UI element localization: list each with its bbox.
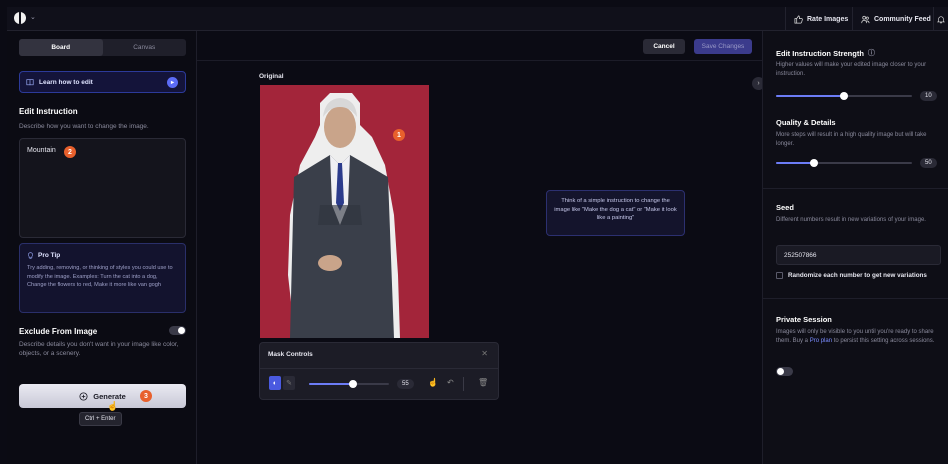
brush-size-knob[interactable]	[349, 380, 357, 388]
original-label: Original	[259, 73, 284, 80]
pro-tip-title: Pro Tip	[38, 252, 61, 259]
strength-title: Edit Instruction Strength	[776, 48, 864, 58]
seed-value: 252507866	[784, 251, 817, 259]
people-icon	[861, 15, 870, 23]
save-changes-button[interactable]: Save Changes	[694, 39, 752, 54]
step-badge-2: 2	[64, 146, 76, 158]
exclude-heading: Exclude From Image	[19, 327, 98, 336]
private-description: Images will only be visible to you until…	[776, 328, 946, 346]
quality-heading: Quality & Details	[776, 118, 836, 127]
canvas-area: Cancel Save Changes › Original 1 Think o…	[197, 31, 765, 464]
eraser-icon[interactable]: ✎	[283, 376, 295, 390]
edit-instruction-description: Describe how you want to change the imag…	[19, 123, 149, 130]
play-icon: ▸	[167, 77, 178, 88]
edit-instruction-heading: Edit Instruction	[19, 107, 78, 116]
original-image[interactable]	[260, 85, 429, 338]
learn-label: Learn how to edit	[39, 78, 93, 86]
edit-instruction-input[interactable]: Mountain	[19, 138, 186, 238]
brush-size-slider[interactable]	[309, 380, 389, 388]
pro-tip-body: Try adding, removing, or thinking of sty…	[27, 265, 173, 288]
bell-icon	[937, 15, 945, 23]
notifications-button[interactable]	[933, 7, 948, 31]
undo-icon[interactable]: ↶	[447, 378, 454, 387]
pro-plan-link[interactable]: Pro plan	[810, 338, 832, 344]
community-feed-label: Community Feed	[874, 15, 931, 23]
view-toggle: Board Canvas	[19, 39, 186, 56]
quality-fill	[776, 162, 815, 164]
help-icon[interactable]: ⓘ	[868, 48, 875, 58]
plus-circle-icon	[79, 391, 88, 401]
randomize-checkbox[interactable]	[776, 272, 783, 279]
trash-icon[interactable]: 🗑	[478, 378, 488, 387]
close-icon[interactable]: ✕	[481, 349, 488, 358]
quality-knob[interactable]	[810, 159, 819, 167]
seed-heading: Seed	[776, 203, 794, 212]
strength-value: 10	[920, 91, 937, 101]
randomize-option[interactable]: Randomize each number to get new variati…	[776, 272, 927, 279]
cancel-button[interactable]: Cancel	[643, 39, 685, 54]
generate-button[interactable]: Generate	[19, 384, 186, 408]
strength-knob[interactable]	[840, 92, 848, 100]
rate-images-label: Rate Images	[807, 15, 849, 23]
generate-label: Generate	[93, 391, 126, 401]
canvas-toolbar: Cancel Save Changes	[197, 31, 762, 61]
instruction-hint: Think of a simple instruction to change …	[546, 190, 685, 236]
divider	[763, 188, 948, 189]
strength-heading: Edit Instruction Strength ⓘ	[776, 48, 875, 58]
exclude-description: Describe details you don't want in your …	[19, 341, 179, 357]
step-badge-1: 1	[393, 129, 405, 141]
private-session-toggle[interactable]	[776, 367, 793, 376]
chevron-down-icon[interactable]: ⌄	[30, 13, 36, 21]
mask-controls-title: Mask Controls	[268, 351, 313, 358]
quality-slider[interactable]	[776, 159, 912, 167]
tab-board[interactable]: Board	[19, 39, 103, 56]
seed-input[interactable]: 252507866	[776, 245, 941, 265]
shortcut-tooltip: Ctrl + Enter	[79, 412, 122, 426]
brush-size-fill	[309, 383, 353, 385]
divider	[763, 298, 948, 299]
left-panel: Board Canvas Learn how to edit ▸ Edit In…	[7, 31, 197, 464]
brush-size-value: 55	[397, 379, 414, 389]
hand-cursor-icon: ☝	[107, 401, 119, 411]
strength-slider[interactable]	[776, 92, 912, 100]
book-icon	[26, 79, 34, 86]
settings-panel: Edit Instruction Strength ⓘ Higher value…	[762, 31, 948, 464]
step-badge-3: 3	[140, 390, 152, 402]
lightbulb-icon	[28, 252, 33, 259]
edit-instruction-value: Mountain	[27, 147, 56, 154]
quality-value: 50	[920, 158, 937, 168]
app-logo-icon[interactable]	[14, 12, 26, 24]
tab-canvas[interactable]: Canvas	[103, 39, 187, 56]
mask-controls-row: ◐ ✎ 55 ☝ ↶ 🗑	[260, 368, 498, 400]
brush-mode-icon[interactable]: ◐	[269, 376, 281, 390]
strength-fill	[776, 95, 844, 97]
private-heading: Private Session	[776, 315, 832, 324]
randomize-label: Randomize each number to get new variati…	[788, 272, 927, 279]
quality-description: More steps will result in a high quality…	[776, 132, 927, 147]
private-desc-after: to persist this setting across sessions.	[832, 338, 935, 344]
learn-how-to-edit-button[interactable]: Learn how to edit ▸	[19, 71, 186, 93]
community-feed-button[interactable]: Community Feed	[852, 7, 939, 31]
person-in-suit-image	[288, 93, 400, 338]
mask-controls-panel: Mask Controls ✕ ◐ ✎ 55 ☝ ↶ 🗑	[259, 342, 499, 400]
pro-tip-card: Pro Tip Try adding, removing, or thinkin…	[19, 243, 186, 313]
divider	[463, 377, 464, 391]
seed-description: Different numbers result in new variatio…	[776, 217, 926, 223]
top-bar: ⌄ Rate Images Community Feed	[7, 7, 948, 31]
thumbs-up-icon	[794, 15, 803, 23]
touch-icon[interactable]: ☝	[428, 378, 438, 387]
strength-description: Higher values will make your edited imag…	[776, 62, 927, 77]
exclude-toggle[interactable]	[169, 326, 186, 335]
rate-images-button[interactable]: Rate Images	[785, 7, 856, 31]
